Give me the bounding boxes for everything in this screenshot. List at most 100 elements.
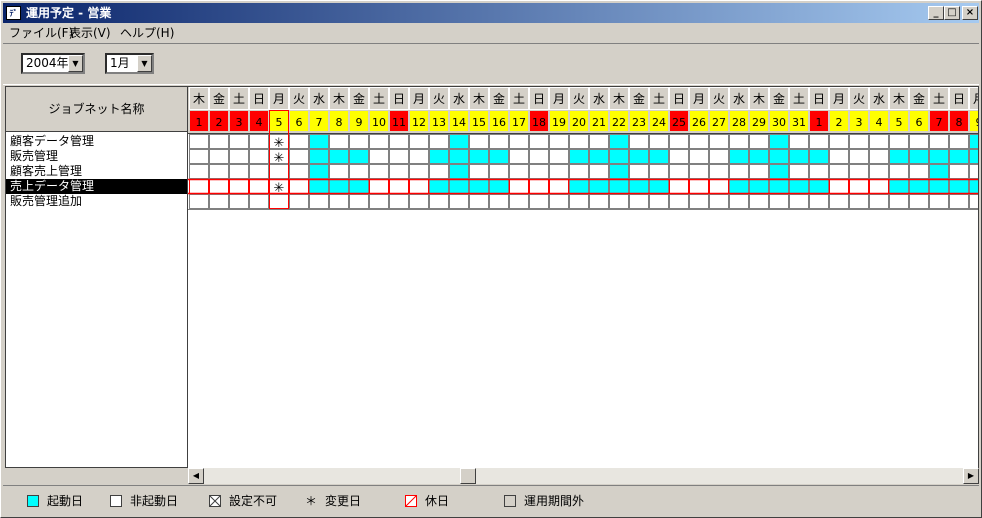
schedule-cell: [209, 179, 229, 194]
schedule-cell: [849, 194, 869, 209]
schedule-cell: [549, 164, 569, 179]
schedule-cell: [769, 134, 789, 149]
maximize-button[interactable]: □: [944, 6, 960, 20]
schedule-cell: [689, 134, 709, 149]
schedule-cell: [889, 134, 909, 149]
schedule-cell: [649, 194, 669, 209]
jobnet-row[interactable]: 顧客データ管理: [6, 134, 187, 149]
schedule-cell: [369, 194, 389, 209]
schedule-cell: [369, 179, 389, 194]
schedule-cell: [749, 194, 769, 209]
schedule-cell: [709, 194, 729, 209]
menu-help[interactable]: ヘルプ(H): [120, 25, 174, 41]
day-number-label: 7: [936, 116, 943, 129]
schedule-cell: [589, 164, 609, 179]
day-number-label: 22: [612, 116, 626, 129]
jobnet-row[interactable]: 販売管理: [6, 149, 187, 164]
schedule-cell: [909, 164, 929, 179]
schedule-cell: [889, 194, 909, 209]
schedule-cell: [549, 179, 569, 194]
jobnet-row-selected[interactable]: 売上データ管理: [6, 179, 187, 194]
jobnet-row[interactable]: 顧客売上管理: [6, 164, 187, 179]
schedule-cell: [649, 179, 669, 194]
schedule-cell: [369, 134, 389, 149]
year-value: 2004年: [26, 56, 69, 70]
schedule-cell: [409, 194, 429, 209]
schedule-cell: [909, 134, 929, 149]
jobnet-list-header[interactable]: ジョブネット名称: [6, 87, 187, 132]
menu-view[interactable]: 表示(V): [69, 25, 111, 41]
schedule-cell: [189, 164, 209, 179]
schedule-cell: [489, 149, 509, 164]
schedule-cell: [269, 164, 289, 179]
schedule-cell: [249, 164, 269, 179]
weekday-label: 水: [873, 92, 885, 106]
schedule-cell: [809, 194, 829, 209]
schedule-cell: [489, 194, 509, 209]
schedule-calendar-grid[interactable]: 木 1 金 2 土 3 日 4 月 5 火 6 水 7 木 8 金 9 土 10 日 11 月 12 火 13 水 14 木 15 金 16 土…: [188, 86, 979, 468]
menu-file[interactable]: ファイル(F): [9, 25, 73, 41]
weekday-label: 金: [633, 91, 645, 106]
jobnet-row[interactable]: 販売管理追加: [6, 194, 187, 209]
day-number-label: 8: [956, 116, 963, 129]
schedule-cell: [429, 149, 449, 164]
scroll-thumb[interactable]: [460, 468, 476, 484]
schedule-cell: [589, 134, 609, 149]
month-dropdown-arrow-icon[interactable]: ▼: [137, 55, 152, 72]
schedule-cell: [789, 134, 809, 149]
schedule-cell: [469, 194, 489, 209]
app-icon: ﾃﾞ: [6, 6, 21, 20]
schedule-cell: [409, 149, 429, 164]
day-number-label: 5: [276, 116, 283, 129]
schedule-cell: [309, 179, 329, 194]
schedule-cell: [969, 194, 978, 209]
legend-startup-label: 起動日: [47, 494, 84, 508]
non-startup-swatch-icon: [110, 495, 122, 507]
scroll-left-icon[interactable]: ◀: [188, 468, 204, 484]
unsettable-swatch-icon: [209, 495, 221, 507]
month-value: 1月: [110, 56, 130, 70]
day-number-label: 21: [592, 116, 606, 129]
schedule-cell: [629, 149, 649, 164]
schedule-cell: [889, 179, 909, 194]
legend-bar: 起動日 非起動日 設定不可 ＊ 変更日 休日 運用期間外: [3, 485, 979, 515]
schedule-cell: [969, 149, 978, 164]
schedule-cell: [529, 149, 549, 164]
schedule-cell: [389, 194, 409, 209]
schedule-cell: [429, 179, 449, 194]
schedule-cell: [389, 149, 409, 164]
close-button[interactable]: ×: [962, 6, 978, 20]
day-number-label: 2: [216, 116, 223, 129]
day-number-label: 31: [792, 116, 806, 129]
schedule-cell: [569, 164, 589, 179]
weekday-label: 月: [973, 92, 979, 106]
day-number-label: 6: [296, 116, 303, 129]
horizontal-scrollbar[interactable]: ◀ ▶: [188, 468, 979, 484]
schedule-cell: [269, 194, 289, 209]
app-window: ﾃﾞ 運用予定 - 営業 _ □ × ファイル(F) 表示(V) ヘルプ(H) …: [0, 0, 982, 518]
scroll-right-icon[interactable]: ▶: [963, 468, 979, 484]
day-number-label: 28: [732, 116, 746, 129]
weekday-label: 日: [253, 92, 265, 106]
schedule-cell: [489, 134, 509, 149]
schedule-cell: [469, 179, 489, 194]
day-number-label: 13: [432, 116, 446, 129]
schedule-cell: [609, 149, 629, 164]
schedule-cell: [849, 164, 869, 179]
schedule-cell: [209, 134, 229, 149]
schedule-cell: [309, 164, 329, 179]
weekday-label: 月: [273, 92, 285, 106]
weekday-label: 木: [473, 92, 485, 106]
month-select[interactable]: 1月 ▼: [105, 53, 154, 74]
year-select[interactable]: 2004年 ▼: [21, 53, 85, 74]
schedule-cell: [409, 134, 429, 149]
day-number-label: 9: [356, 116, 363, 129]
schedule-cell: [289, 194, 309, 209]
schedule-cell: [349, 164, 369, 179]
schedule-cell: [609, 179, 629, 194]
day-number-label: 5: [896, 116, 903, 129]
year-dropdown-arrow-icon[interactable]: ▼: [68, 55, 83, 72]
minimize-button[interactable]: _: [928, 6, 944, 20]
schedule-cell: [629, 164, 649, 179]
schedule-cell: [849, 179, 869, 194]
